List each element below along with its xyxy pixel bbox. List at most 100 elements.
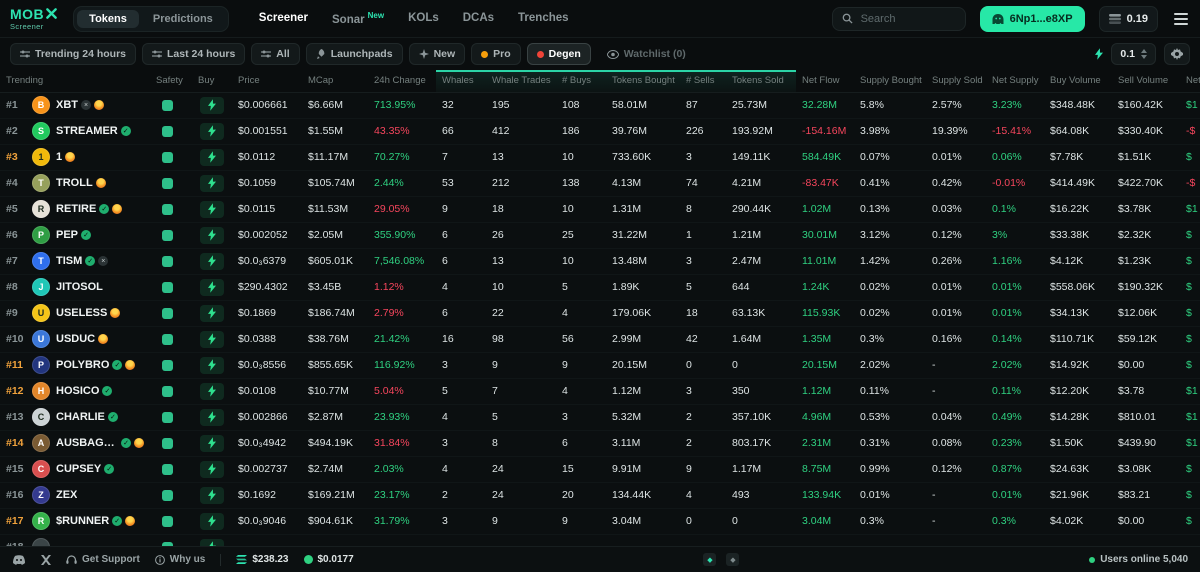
table-row[interactable]: #2 S STREAMER ✓ $0.001551 $1.55M 43.35% 66 412 18…: [0, 118, 1200, 145]
quick-buy-button[interactable]: [200, 252, 224, 270]
table-row[interactable]: #15 C CUPSEY ✓ $0.002737 $2.74M 2.03% 4 24 15 9.91…: [0, 456, 1200, 483]
app-logo[interactable]: MOB Screener: [10, 7, 57, 31]
table-row[interactable]: #11 P POLYBRO ✓ $0.0₃8556 $855.65K 116.92% 3 9 9 2…: [0, 352, 1200, 379]
col-buys[interactable]: # Buys: [556, 70, 606, 93]
col-sells[interactable]: # Sells: [680, 70, 726, 93]
table-row[interactable]: #14AAUSBAGWORK✓$0.0₃4942$494.19K31.84%38…: [0, 430, 1200, 457]
col-whale-trades[interactable]: Whale Trades: [486, 70, 556, 93]
quick-buy-button[interactable]: [200, 434, 224, 452]
quick-buy-bolt-icon[interactable]: [1095, 48, 1104, 60]
table-row[interactable]: #10 U USDUC $0.0388 $38.76M 21.42% 16 98 56 2.99M…: [0, 326, 1200, 353]
table-row[interactable]: #18: [0, 534, 1200, 546]
table-row[interactable]: #17 R $RUNNER ✓ $0.0₃9046 $904.61K 31.79% 3 9 9 3.…: [0, 508, 1200, 535]
quick-buy-button[interactable]: [200, 278, 224, 296]
quick-buy-button[interactable]: [200, 304, 224, 322]
col-sell-volume[interactable]: Sell Volume: [1112, 70, 1180, 93]
sell-volume-cell: $330.40K: [1112, 118, 1180, 145]
col-supply-sold[interactable]: Supply Sold: [926, 70, 986, 93]
footer-widget-icon[interactable]: ◆: [703, 553, 717, 566]
filter-last-24-hours[interactable]: Last 24 hours: [142, 43, 246, 65]
col-net-supply[interactable]: Net Supply: [986, 70, 1044, 93]
net-flow-cell: 8.75M: [796, 456, 854, 483]
table-row[interactable]: #8 J JITOSOL $290.4302 $3.45B 1.12% 4 10 5 1.89K 5…: [0, 274, 1200, 301]
buys-cell: 5: [556, 274, 606, 301]
col-24h-change[interactable]: 24h Change: [368, 70, 436, 93]
col-net-volume[interactable]: Net Volume: [1180, 70, 1200, 93]
nav-trenches[interactable]: Trenches: [518, 12, 569, 24]
filter-pro[interactable]: Pro: [471, 43, 521, 65]
filter-launchpads[interactable]: Launchpads: [305, 43, 403, 65]
quick-buy-button[interactable]: [200, 356, 224, 374]
sells-cell: 9: [680, 456, 726, 483]
nav-dcas[interactable]: DCAs: [463, 12, 494, 24]
tab-predictions[interactable]: Predictions: [141, 10, 225, 28]
nav-sonar[interactable]: Sonar New: [332, 11, 384, 26]
x-icon[interactable]: [41, 554, 51, 565]
quick-buy-button[interactable]: [200, 226, 224, 244]
quick-buy-button[interactable]: [200, 174, 224, 192]
tab-tokens[interactable]: Tokens: [77, 9, 139, 28]
quick-buy-button[interactable]: [200, 330, 224, 348]
filter-trending-24-hours[interactable]: Trending 24 hours: [10, 43, 137, 65]
col-whales[interactable]: Whales: [436, 70, 486, 93]
net-volume-cell: [1180, 534, 1200, 546]
table-row[interactable]: #3 1 1 $0.0112 $11.17M 70.27% 7 13 10 733.60K 3 149…: [0, 144, 1200, 171]
change-cell: 2.03%: [368, 456, 436, 483]
col-price[interactable]: Price: [232, 70, 302, 93]
col-supply-bought[interactable]: Supply Bought: [854, 70, 926, 93]
col-buy[interactable]: Buy: [192, 70, 232, 93]
footer-widget-icon[interactable]: ◆: [726, 553, 740, 566]
why-us-link[interactable]: Why us: [154, 554, 205, 565]
net-supply-cell: 0.23%: [986, 430, 1044, 457]
safety-indicator: [162, 333, 173, 345]
quick-buy-button[interactable]: [200, 382, 224, 400]
sell-volume-cell: $2.32K: [1112, 222, 1180, 249]
table-row[interactable]: #13 C CHARLIE ✓ $0.002866 $2.87M 23.93% 4 5 3 5.32…: [0, 404, 1200, 431]
table-row[interactable]: #5 R RETIRE ✓ $0.0115 $11.53M 29.05% 9 18 10 1.31M…: [0, 196, 1200, 223]
net-flow-cell: 1.02M: [796, 196, 854, 223]
nav-screener[interactable]: Screener: [259, 12, 308, 24]
table-row[interactable]: #16 Z ZEX $0.1692 $169.21M 23.17% 2 24 20 134.44K…: [0, 482, 1200, 509]
settings-button[interactable]: [1164, 43, 1190, 65]
col-trending[interactable]: Trending: [0, 70, 150, 93]
quick-buy-button[interactable]: [200, 200, 224, 218]
wallet-button[interactable]: 6Np1...e8XP: [979, 5, 1085, 32]
col-buy-volume[interactable]: Buy Volume: [1044, 70, 1112, 93]
search-box[interactable]: [831, 6, 966, 31]
filter-watchlist-0[interactable]: Watchlist (0): [597, 43, 696, 65]
col-mcap[interactable]: MCap: [302, 70, 368, 93]
col-tokens-bought[interactable]: Tokens Bought: [606, 70, 680, 93]
quick-buy-button[interactable]: [200, 148, 224, 166]
supply-sold-cell: 0.12%: [926, 222, 986, 249]
quick-buy-amount[interactable]: 0.1: [1111, 43, 1156, 65]
quick-buy-button[interactable]: [200, 460, 224, 478]
col-safety[interactable]: Safety: [150, 70, 192, 93]
quick-buy-button[interactable]: [200, 538, 224, 546]
nav-kols[interactable]: KOLs: [408, 12, 439, 24]
quick-buy-button[interactable]: [200, 122, 224, 140]
filter-new[interactable]: New: [408, 43, 466, 65]
col-tokens-sold[interactable]: Tokens Sold: [726, 70, 796, 93]
tokens-sold-cell: 1.64M: [726, 326, 796, 353]
table-row[interactable]: #7 T TISM ✓ × $0.0₃6379 $605.01K 7,546.08% 6 13 10…: [0, 248, 1200, 275]
table-row[interactable]: #4 T TROLL $0.1059 $105.74M 2.44% 53 212 138 4.13…: [0, 170, 1200, 197]
whale-trades-cell: 26: [486, 222, 556, 249]
amount-stepper-icon[interactable]: [1141, 49, 1147, 59]
quick-buy-button[interactable]: [200, 512, 224, 530]
filter-degen[interactable]: Degen: [526, 43, 591, 65]
mcap-cell: $6.66M: [302, 92, 368, 119]
filter-all[interactable]: All: [251, 43, 300, 65]
col-net-flow[interactable]: Net Flow: [796, 70, 854, 93]
menu-button[interactable]: [1172, 9, 1190, 29]
quick-buy-button[interactable]: [200, 408, 224, 426]
table-row[interactable]: #9 U USELESS $0.1869 $186.74M 2.79% 6 22 4 179.06…: [0, 300, 1200, 327]
discord-icon[interactable]: [12, 554, 26, 565]
search-input[interactable]: [858, 11, 956, 26]
table-row[interactable]: #6 P PEP ✓ $0.002052 $2.05M 355.90% 6 26 25 31.22M…: [0, 222, 1200, 249]
get-support-link[interactable]: Get Support: [66, 554, 140, 565]
table-row[interactable]: #12 H HOSICO ✓ $0.0108 $10.77M 5.04% 5 7 4 1.12M 3 3…: [0, 378, 1200, 405]
quick-buy-button[interactable]: [200, 486, 224, 504]
table-row[interactable]: #1 B XBT × $0.006661 $6.66M 713.95% 32 195 108 58.…: [0, 92, 1200, 119]
quick-buy-button[interactable]: [200, 96, 224, 114]
balance-pill[interactable]: 0.19: [1098, 5, 1158, 32]
